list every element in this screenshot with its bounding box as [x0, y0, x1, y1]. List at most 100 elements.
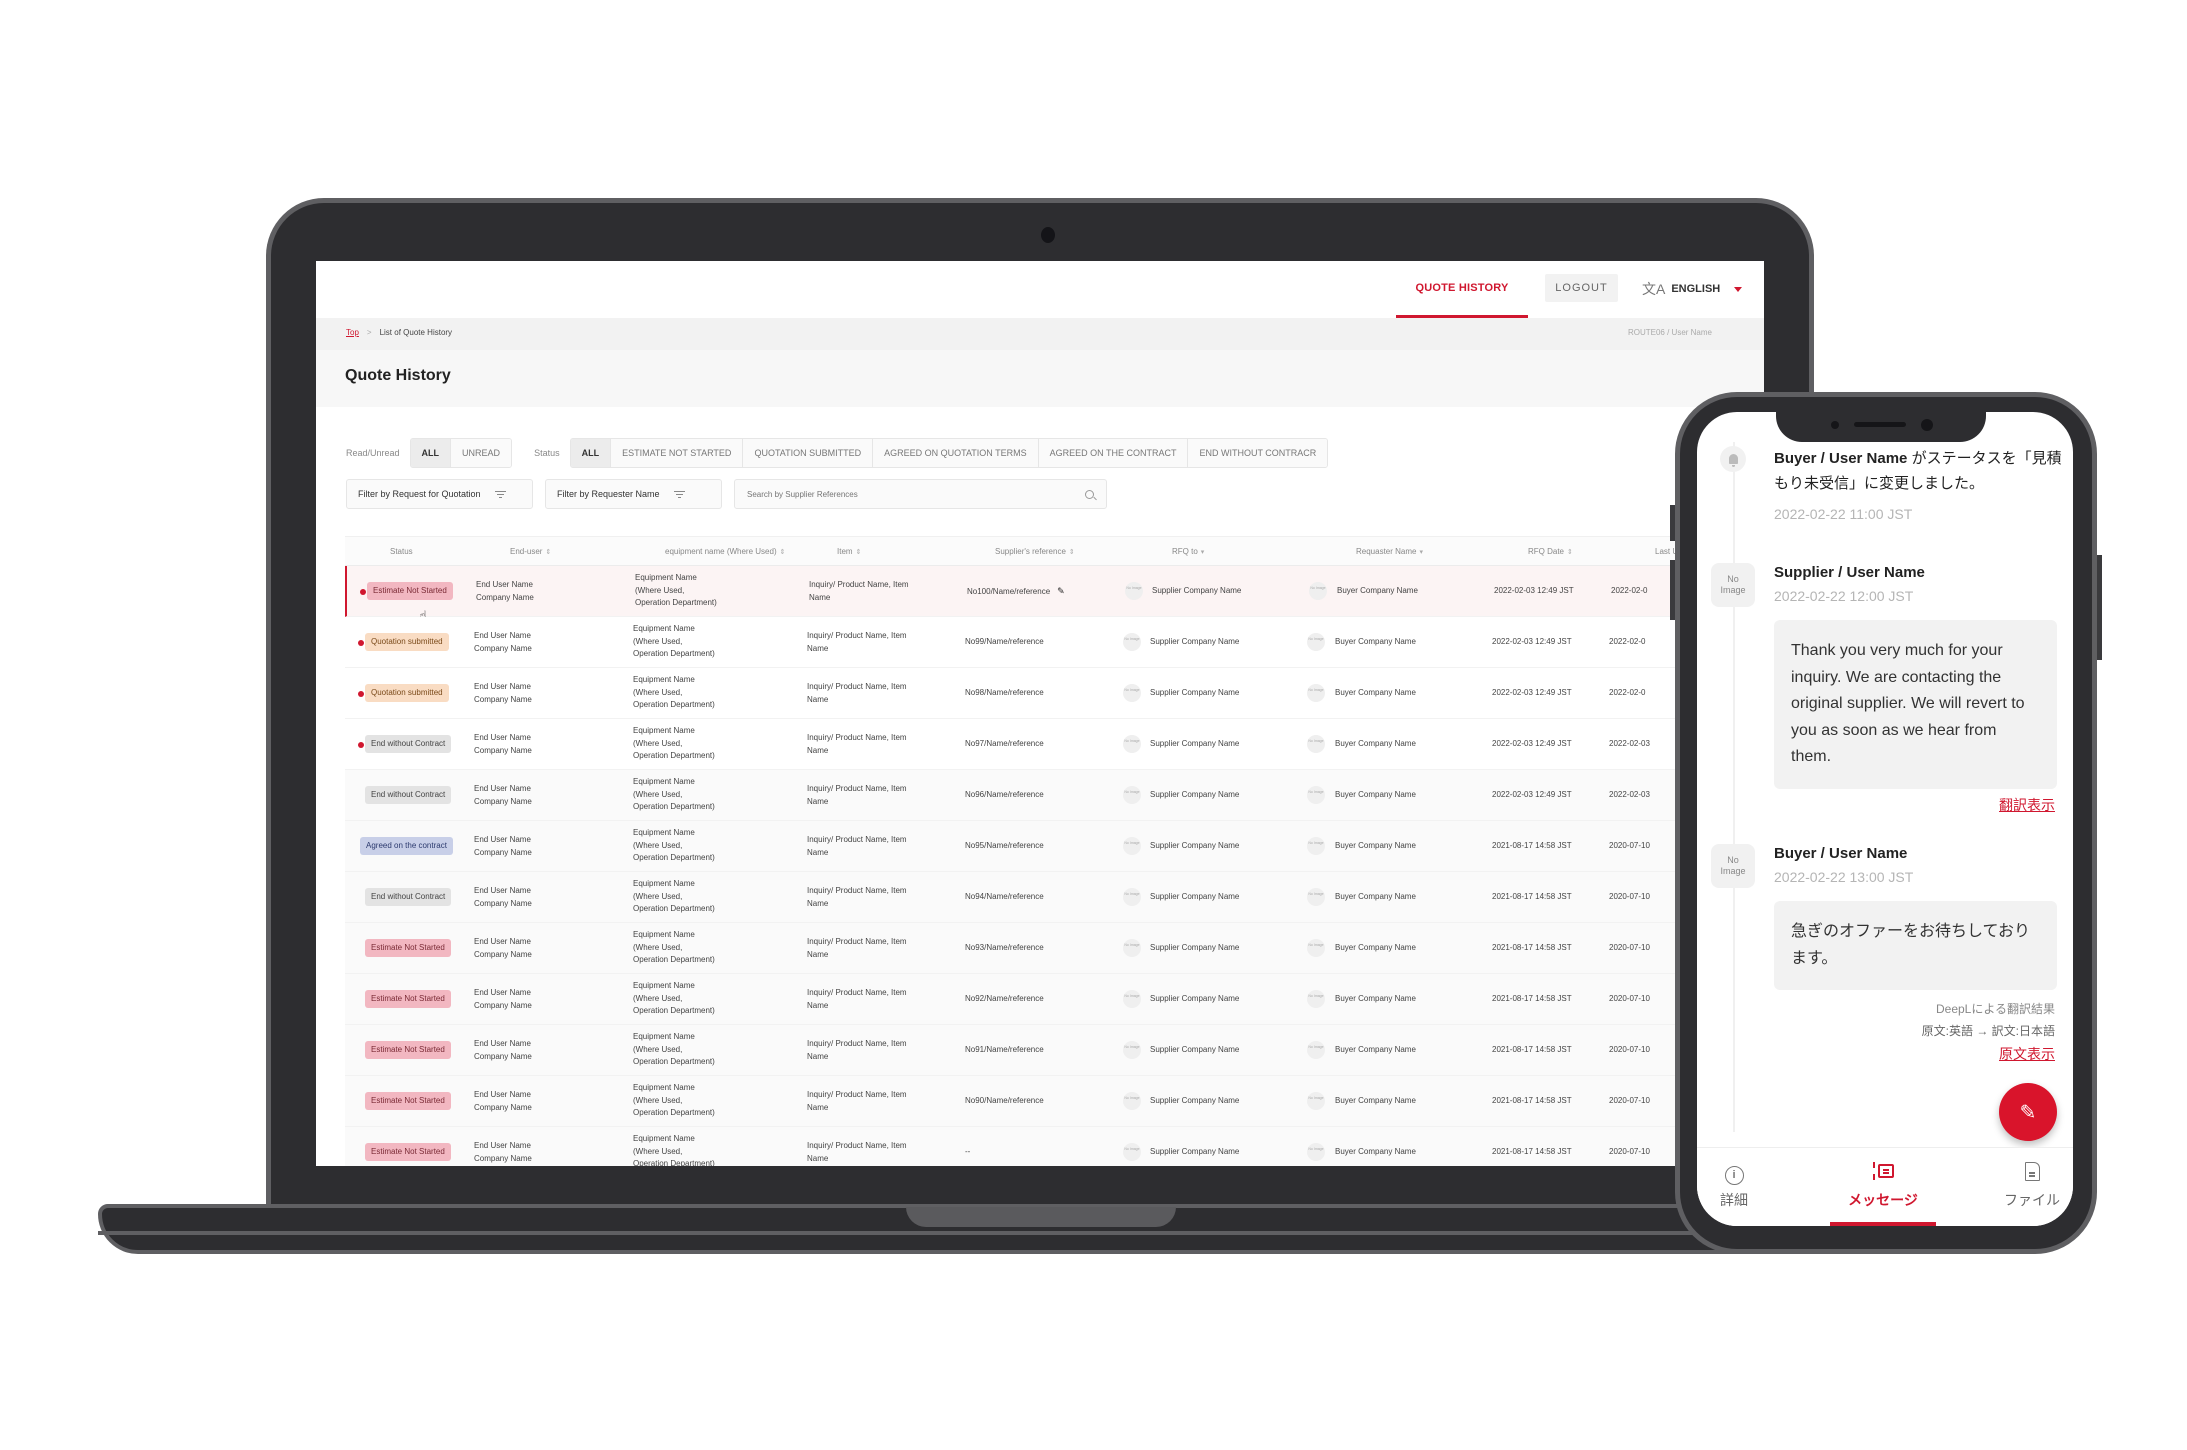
dropdown-sort-icon[interactable]: ▾	[1419, 549, 1423, 556]
buyer-avatar: No Image	[1307, 786, 1325, 804]
buyer-avatar: No Image	[1307, 837, 1325, 855]
search-icon[interactable]	[1085, 489, 1094, 499]
status-filter-option[interactable]: ALL	[570, 438, 612, 467]
equipment-line: Equipment Name	[633, 777, 695, 786]
end-user-cell: End User Name Company Name	[476, 579, 534, 604]
title-bar: Quote History	[316, 350, 1764, 407]
status-filter-option[interactable]: ESTIMATE NOT STARTED	[611, 438, 744, 467]
column-header[interactable]: Requaster Name ▾	[1356, 537, 1423, 568]
last-update-cell: 2020-07-10	[1609, 1045, 1650, 1054]
last-update-cell: 2022-02-0	[1611, 586, 1648, 595]
rfq-to-cell: Supplier Company Name	[1150, 688, 1240, 697]
sort-icon[interactable]: ⇕	[780, 549, 786, 556]
equipment-line: (Where Used,	[633, 942, 683, 952]
status-badge: Estimate Not Started	[365, 1041, 451, 1059]
requester-cell: Buyer Company Name	[1335, 943, 1416, 952]
status-filter-option[interactable]: AGREED ON QUOTATION TERMS	[873, 438, 1039, 467]
tab-messages[interactable]: メッセージ	[1828, 1162, 1938, 1210]
breadcrumb-top-link[interactable]: Top	[346, 328, 359, 337]
rfq-to-cell: Supplier Company Name	[1150, 892, 1240, 901]
supplier-reference: No90/Name/reference	[965, 1096, 1044, 1105]
column-header[interactable]: RFQ to ▾	[1172, 537, 1204, 568]
table-row[interactable]: Estimate Not Started End User Name Company…	[345, 566, 1764, 623]
supplier-reference: No99/Name/reference	[965, 637, 1044, 646]
sort-icon[interactable]: ⇕	[1567, 549, 1573, 556]
equipment-line: (Where Used,	[633, 687, 683, 697]
nav-quote-history[interactable]: QUOTE HISTORY	[1396, 261, 1528, 318]
logout-button[interactable]: LOGOUT	[1545, 274, 1618, 302]
table-row[interactable]: Estimate Not Started End User Name Company…	[345, 1127, 1764, 1166]
status-filter-option[interactable]: QUOTATION SUBMITTED	[743, 438, 874, 467]
table-body: Estimate Not Started End User Name Company…	[345, 566, 1764, 1166]
table-row[interactable]: Estimate Not Started End User Name Company…	[345, 974, 1764, 1025]
message-bubble: 急ぎのオファーをお待ちしております。	[1774, 901, 2057, 990]
compose-button[interactable]: ✎	[1999, 1083, 2057, 1141]
tab-files[interactable]: ファイル	[1977, 1162, 2073, 1210]
column-header[interactable]: Supplier's reference ⇕	[995, 537, 1075, 568]
rfq-date-cell: 2021-08-17 14:58 JST	[1492, 943, 1572, 952]
supplier-reference: No98/Name/reference	[965, 688, 1044, 697]
item-line: Inquiry/ Product Name, Item	[807, 1141, 907, 1150]
filter-rfq-button[interactable]: Filter by Request for Quotation	[346, 479, 533, 509]
table-row[interactable]: Agreed on the contract End User Name Compa…	[345, 821, 1764, 872]
tab-details[interactable]: i 詳細	[1697, 1162, 1789, 1210]
laptop-camera	[1041, 227, 1055, 243]
unread-indicator	[360, 589, 366, 595]
caret-down-icon	[1734, 286, 1743, 292]
read-unread-toggle: ALL UNREAD	[409, 437, 513, 468]
read-filter-option[interactable]: UNREAD	[451, 438, 512, 467]
table-row[interactable]: End without Contract End User Name Company…	[345, 719, 1764, 770]
status-badge: Agreed on the contract	[360, 837, 453, 855]
avatar: No Image	[1711, 844, 1755, 888]
end-user-line: Company Name	[474, 1051, 532, 1061]
timeline-line	[1733, 442, 1735, 1132]
table-row[interactable]: Estimate Not Started End User Name Company…	[345, 1076, 1764, 1127]
read-unread-label: Read/Unread	[346, 447, 400, 458]
table-row[interactable]: Quotation submitted End User Name Company …	[345, 668, 1764, 719]
desktop-screen: QUOTE HISTORY LOGOUT 文A ENGLISH Top > Li…	[316, 261, 1764, 1166]
equipment-cell: Equipment Name (Where Used, Operation Depa…	[635, 572, 717, 610]
table-row[interactable]: Estimate Not Started End User Name Company…	[345, 923, 1764, 974]
status-filter-option[interactable]: END WITHOUT CONTRACR	[1188, 438, 1328, 467]
item-cell: Inquiry/ Product Name, Item Name	[807, 1089, 907, 1114]
show-original-link[interactable]: 原文表示	[1999, 1044, 2055, 1064]
filter-requester-button[interactable]: Filter by Requester Name	[545, 479, 722, 509]
column-header[interactable]: RFQ Date ⇕	[1528, 537, 1573, 568]
sort-icon[interactable]: ⇕	[1069, 549, 1075, 556]
rfq-date-cell: 2022-02-03 12:49 JST	[1492, 637, 1572, 646]
column-header[interactable]: End-user ⇕	[510, 537, 551, 568]
table-row[interactable]: Quotation submitted End User Name Company …	[345, 617, 1764, 668]
column-header[interactable]: equipment name (Where Used) ⇕	[665, 537, 785, 568]
table-row[interactable]: End without Contract End User Name Company…	[345, 770, 1764, 821]
equipment-line: Operation Department)	[633, 853, 715, 862]
column-header[interactable]: Item ⇕	[837, 537, 861, 568]
equipment-line: Operation Department)	[633, 802, 715, 811]
message-bubble: Thank you very much for your inquiry. We…	[1774, 620, 2057, 789]
show-translation-link[interactable]: 翻訳表示	[1999, 795, 2055, 815]
info-icon: i	[1724, 1166, 1744, 1185]
read-filter-option[interactable]: ALL	[410, 438, 452, 467]
sort-icon[interactable]: ⇕	[856, 549, 862, 556]
requester-cell: Buyer Company Name	[1335, 994, 1416, 1003]
end-user-cell: End User Name Company Name	[474, 732, 532, 757]
dropdown-sort-icon[interactable]: ▾	[1201, 549, 1205, 556]
search-input[interactable]	[747, 489, 1047, 499]
supplier-reference-cell: No96/Name/reference	[965, 789, 1044, 802]
table-row[interactable]: Estimate Not Started End User Name Company…	[345, 1025, 1764, 1076]
column-header-label: Requaster Name	[1356, 547, 1417, 556]
buyer-avatar: No Image	[1307, 1092, 1325, 1110]
rfq-to-cell: Supplier Company Name	[1150, 1045, 1240, 1054]
table-row[interactable]: End without Contract End User Name Company…	[345, 872, 1764, 923]
status-badge: End without Contract	[365, 786, 452, 804]
item-line: Name	[807, 949, 829, 959]
equipment-line: Operation Department)	[633, 1057, 715, 1066]
filter-icon	[495, 490, 507, 498]
supplier-avatar: No Image	[1123, 939, 1141, 957]
edit-icon[interactable]: ✎	[1057, 585, 1065, 598]
breadcrumb-bar: Top > List of Quote History ROUTE06 / Us…	[316, 318, 1764, 350]
supplier-reference-cell: No98/Name/reference	[965, 687, 1044, 700]
sort-icon[interactable]: ⇕	[545, 549, 551, 556]
status-filter-option[interactable]: AGREED ON THE CONTRACT	[1038, 438, 1189, 467]
language-selector[interactable]: 文A ENGLISH	[1642, 275, 1743, 303]
last-update-cell: 2022-02-0	[1609, 688, 1646, 697]
